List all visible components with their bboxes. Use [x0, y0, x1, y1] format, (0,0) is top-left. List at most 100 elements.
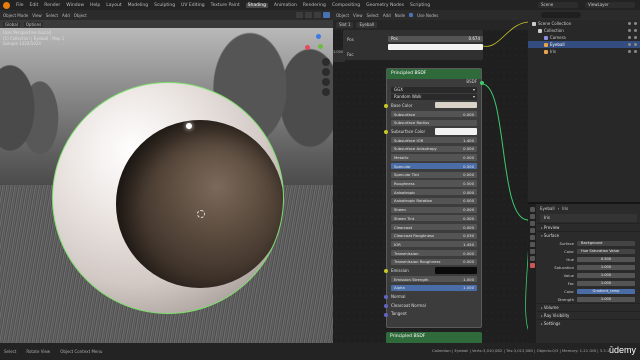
tab-sculpting[interactable]: Sculpting [154, 3, 175, 8]
modifier-tab-icon[interactable] [529, 249, 535, 254]
ramp-color-swatch[interactable] [388, 44, 483, 50]
tab-compositing[interactable]: Compositing [332, 3, 360, 8]
field-hue[interactable]: Hue 0.500 [537, 255, 640, 263]
view-layer-selector[interactable]: ViewLayer [585, 2, 635, 8]
subsurface-color-socket[interactable] [384, 130, 388, 135]
bsdf-input-subsurface-anisotropy[interactable]: Subsurface Anisotropy 0.000 [387, 144, 481, 153]
transmission-roughness-field[interactable]: Transmission Roughness 0.000 [391, 258, 477, 265]
menu-edit[interactable]: Edit [30, 3, 39, 8]
subsurface-ior-field[interactable]: Subsurface IOR 1.400 [391, 137, 477, 144]
ior-field[interactable]: IOR 1.450 [391, 241, 477, 248]
clearcoat-field[interactable]: Clearcoat 0.000 [391, 223, 477, 231]
node-menu-node[interactable]: Node [395, 13, 405, 18]
saturation-value[interactable]: 1.000 [577, 264, 635, 270]
anisotropic-field[interactable]: Anisotropic 0.000 [391, 189, 477, 196]
navigation-gizmo[interactable] [303, 32, 325, 54]
emission-socket[interactable] [384, 269, 388, 274]
tab-texture-paint[interactable]: Texture Paint [211, 3, 240, 8]
alpha-field[interactable]: Alpha 1.000 [391, 284, 477, 291]
side-node[interactable]: 1.000 [333, 50, 345, 62]
bsdf-input-sheen-tint[interactable]: Sheen Tint 0.500 [387, 214, 481, 223]
bsdf-input-emission[interactable]: Emission [384, 266, 481, 275]
bsdf-input-emission-strength[interactable]: Emission Strength 1.000 [387, 275, 481, 284]
color-ramp-node[interactable]: Pos Pos 0.674 Fac [343, 30, 483, 60]
viewport-menu-object[interactable]: Object [74, 13, 87, 18]
anisotropic-rotation-field[interactable]: Anisotropic Rotation 0.000 [391, 197, 477, 205]
base-color-socket[interactable] [384, 104, 388, 108]
bsdf-output-socket[interactable] [480, 80, 484, 85]
outliner-item-camera[interactable]: Camera [528, 34, 640, 41]
bsdf-input-anisotropic[interactable]: Anisotropic 0.000 [387, 188, 481, 197]
surface-shader-field[interactable]: Surface Background [537, 239, 640, 247]
node-menu-object[interactable]: Object [336, 13, 349, 18]
surface-section[interactable]: Surface [537, 231, 640, 239]
bsdf-input-clearcoat-normal[interactable]: Clearcoat Normal [384, 301, 481, 310]
tab-geometry-nodes[interactable]: Geometry Nodes [366, 3, 404, 8]
outliner-item-iris[interactable]: Iris [528, 48, 640, 55]
solid-shading-button[interactable] [305, 12, 312, 18]
viewport-option-options[interactable]: Options [23, 21, 44, 27]
field-color[interactable]: Color Hue Saturation Value [537, 247, 640, 255]
distribution-dropdown[interactable]: GGX [391, 87, 477, 93]
outliner-item-collection[interactable]: Collection [528, 27, 640, 34]
clearcoat-roughness-field[interactable]: Clearcoat Roughness 0.030 [391, 232, 477, 239]
hide-in-viewport-icon[interactable] [628, 22, 631, 25]
tool-tab-icon[interactable] [529, 207, 535, 212]
ramp-position-field[interactable]: Pos 0.674 [388, 36, 483, 42]
subsurface-anisotropy-field[interactable]: Subsurface Anisotropy 0.000 [391, 145, 477, 152]
color-value[interactable]: Hue Saturation Value [577, 248, 635, 254]
roughness-field[interactable]: Roughness 0.500 [391, 180, 477, 187]
slot-selector[interactable]: Slot 1 [336, 22, 354, 28]
principled-bsdf-node[interactable]: Principled BSDF BSDF GGX Random Walk Bas… [384, 68, 484, 328]
scene-tab-icon[interactable] [529, 228, 535, 233]
principled-bsdf-node-2[interactable]: Principled BSDF [386, 332, 482, 343]
sheen-field[interactable]: Sheen 0.000 [391, 206, 477, 213]
bsdf-input-clearcoat-roughness[interactable]: Clearcoat Roughness 0.030 [387, 231, 481, 240]
field-fac[interactable]: Fac 1.000 [537, 279, 640, 287]
node-menu-select[interactable]: Select [367, 13, 379, 18]
viewport-menu-view[interactable]: View [32, 13, 42, 18]
bsdf-input-sheen[interactable]: Sheen 0.000 [387, 205, 481, 214]
material-slot-field[interactable]: Iris [540, 214, 637, 222]
tab-shading[interactable]: Shading [245, 2, 268, 8]
viewport-menu-select[interactable]: Select [46, 13, 58, 18]
fac-value[interactable]: 1.000 [577, 280, 635, 286]
clearcoat-normal-socket[interactable] [384, 303, 388, 308]
use-nodes-checkbox[interactable] [409, 13, 414, 17]
outliner-item-eyeball[interactable]: Eyeball [528, 41, 640, 48]
bsdf-input-tangent[interactable]: Tangent [384, 310, 481, 319]
scene-selector[interactable]: Scene [538, 2, 578, 8]
subsurface-field[interactable]: Subsurface 0.000 [391, 110, 477, 118]
transmission-field[interactable]: Transmission 0.000 [391, 249, 477, 257]
tab-uv-editing[interactable]: UV Editing [181, 3, 204, 8]
disable-in-render-icon[interactable] [634, 22, 637, 25]
render-tab-icon[interactable] [529, 214, 535, 219]
menu-file[interactable]: File [16, 3, 24, 8]
strength-value[interactable]: 1.000 [577, 296, 635, 302]
material-tab-icon[interactable] [529, 263, 535, 268]
properties-editor[interactable]: Eyeball › Iris Iris Preview Surface Surf… [528, 202, 640, 345]
emission-strength-field[interactable]: Emission Strength 1.000 [391, 276, 477, 283]
bsdf-output[interactable]: BSDF [387, 79, 484, 86]
shader-node-editor[interactable]: Object View Select Add Node Use Nodes Slot 1 … [333, 10, 528, 343]
section-settings[interactable]: Settings [537, 319, 640, 327]
world-tab-icon[interactable] [529, 235, 535, 240]
hide-in-viewport-icon[interactable] [628, 36, 631, 39]
bsdf-input-subsurface[interactable]: Subsurface 0.000 [387, 110, 481, 119]
tangent-socket[interactable] [384, 312, 388, 317]
x-axis-icon[interactable] [305, 45, 310, 50]
hide-in-viewport-icon[interactable] [628, 43, 631, 46]
bsdf-input-alpha[interactable]: Alpha 1.000 [387, 283, 481, 292]
menu-render[interactable]: Render [44, 3, 60, 8]
bsdf-input-base-color[interactable]: Base Color [384, 101, 481, 110]
output-tab-icon[interactable] [529, 221, 535, 226]
disable-in-render-icon[interactable] [634, 36, 637, 39]
material-selector[interactable]: Eyeball [356, 22, 378, 28]
viewport-menu-object-mode[interactable]: Object Mode [3, 13, 28, 18]
bsdf-input-ior[interactable]: IOR 1.450 [387, 240, 481, 249]
bsdf-input-transmission[interactable]: Transmission 0.000 [387, 249, 481, 258]
bsdf-title[interactable]: Principled BSDF [387, 69, 481, 79]
menu-window[interactable]: Window [66, 3, 84, 8]
subsurface-radius-dropdown[interactable]: Subsurface Radius [391, 119, 477, 126]
subsurface-color-color-swatch[interactable] [435, 128, 477, 135]
